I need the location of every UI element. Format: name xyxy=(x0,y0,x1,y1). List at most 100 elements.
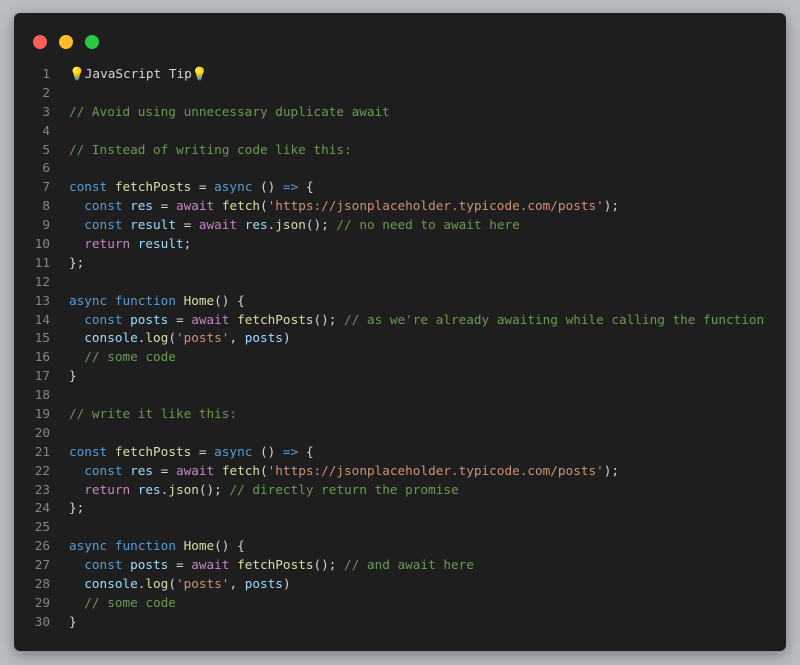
code-line: 30} xyxy=(14,613,786,632)
line-source: console.log('posts', posts) xyxy=(69,329,290,348)
code-token: => xyxy=(282,443,299,459)
line-number: 18 xyxy=(34,387,50,403)
line-source: const posts = await fetchPosts(); // and… xyxy=(69,556,474,575)
code-token: = xyxy=(191,179,215,195)
line-source: // Avoid using unnecessary duplicate awa… xyxy=(69,103,390,122)
code-line: 28 console.log('posts', posts) xyxy=(14,575,786,594)
code-token: () xyxy=(252,443,283,459)
code-line: 21 const fetchPosts = async () => { xyxy=(14,443,786,462)
code-line: 12 xyxy=(14,273,786,292)
line-number: 8 xyxy=(42,198,50,214)
code-token: ( xyxy=(260,462,268,478)
line-number: 15 xyxy=(34,330,50,346)
code-token: 💡JavaScript Tip💡 xyxy=(69,66,208,81)
line-number: 11 xyxy=(34,254,50,270)
line-number: 12 xyxy=(34,273,50,289)
close-window-button[interactable] xyxy=(33,35,47,49)
code-token: 'https://jsonplaceholder.typicode.com/po… xyxy=(267,462,604,478)
code-token: { xyxy=(298,443,314,459)
code-token: => xyxy=(282,179,299,195)
line-number: 13 xyxy=(34,292,50,308)
code-line: 29 // some code xyxy=(14,594,786,613)
line-source: // some code xyxy=(69,594,176,613)
code-token: await xyxy=(175,198,215,214)
code-token: = xyxy=(168,557,192,573)
code-token: // no need to await here xyxy=(336,217,520,233)
line-source: }; xyxy=(69,499,84,518)
line-number: 20 xyxy=(34,424,50,440)
line-number: 4 xyxy=(42,122,50,138)
line-number: 14 xyxy=(34,311,50,327)
code-token: () xyxy=(252,179,283,195)
code-line: 16 // some code xyxy=(14,348,786,367)
code-line: 2 xyxy=(14,84,786,103)
code-token: = xyxy=(153,198,176,214)
code-token: { xyxy=(298,179,314,195)
code-token: async xyxy=(69,292,108,308)
code-line: 13 async function Home() { xyxy=(14,292,786,311)
code-token: function xyxy=(114,538,176,554)
code-token: // as we're already awaiting while calli… xyxy=(344,311,765,327)
minimize-window-button[interactable] xyxy=(59,35,73,49)
code-token: (); xyxy=(313,557,345,573)
code-token: } xyxy=(69,368,77,384)
code-token: const xyxy=(69,179,108,195)
maximize-window-button[interactable] xyxy=(85,35,99,49)
code-token: ( xyxy=(168,576,176,592)
code-token: await xyxy=(191,557,230,573)
code-token: (); xyxy=(305,217,337,233)
code-token: async xyxy=(214,179,253,195)
window-titlebar xyxy=(14,13,786,68)
code-line: 22 const res = await fetch('https://json… xyxy=(14,462,786,481)
code-token: 'posts' xyxy=(175,576,230,592)
line-source: const res = await fetch('https://jsonpla… xyxy=(69,462,619,481)
code-token: (); xyxy=(313,311,345,327)
code-line: 18 xyxy=(14,386,786,405)
code-token: () { xyxy=(214,292,245,308)
code-token: ); xyxy=(603,462,620,478)
line-source: 💡JavaScript Tip💡 xyxy=(69,65,208,84)
code-token: ); xyxy=(603,198,620,214)
line-number: 6 xyxy=(42,160,50,176)
code-token: fetchPosts xyxy=(237,311,314,327)
code-line: 20 xyxy=(14,424,786,443)
code-token: return xyxy=(84,236,131,252)
line-source: // some code xyxy=(69,348,176,367)
code-token: console xyxy=(84,330,138,346)
line-number: 9 xyxy=(42,217,50,233)
code-token: async xyxy=(214,443,253,459)
code-token: Home xyxy=(183,292,215,308)
line-number: 16 xyxy=(34,349,50,365)
line-source: } xyxy=(69,613,77,632)
line-source: console.log('posts', posts) xyxy=(69,575,290,594)
code-token: = xyxy=(168,311,192,327)
code-token: // Avoid using unnecessary duplicate awa… xyxy=(69,103,390,119)
line-number: 19 xyxy=(34,406,50,422)
code-token: }; xyxy=(69,254,85,270)
line-number: 30 xyxy=(34,613,50,629)
line-source: // Instead of writing code like this: xyxy=(69,141,352,160)
code-token: = xyxy=(153,462,176,478)
line-source: } xyxy=(69,367,77,386)
line-number: 2 xyxy=(42,84,50,100)
line-number: 28 xyxy=(34,576,50,592)
code-editor[interactable]: 1 💡JavaScript Tip💡 2 3// Avoid using unnece… xyxy=(14,65,786,632)
code-line: 3 // Avoid using unnecessary duplicate aw… xyxy=(14,103,786,122)
code-line: 19 // write it like this: xyxy=(14,405,786,424)
code-token: // some code xyxy=(84,349,176,365)
code-line: 24}; xyxy=(14,499,786,518)
code-line: 1 💡JavaScript Tip💡 xyxy=(14,65,786,84)
